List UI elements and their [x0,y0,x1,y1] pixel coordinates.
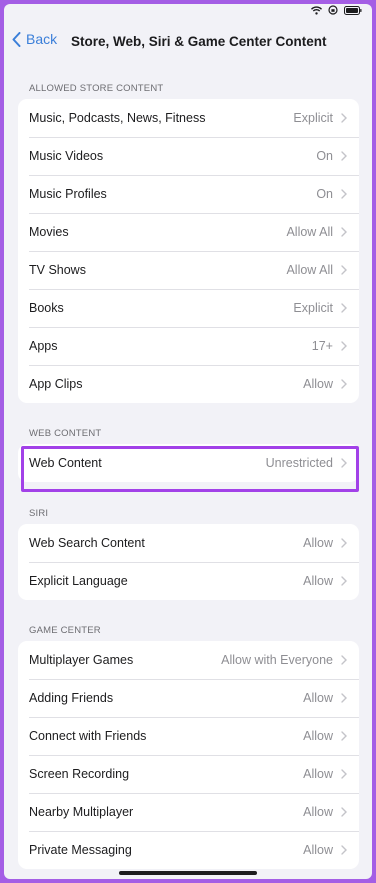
group-siri: Web Search Content Allow Explicit Langua… [18,524,359,600]
row-value: Explicit [293,301,333,315]
chevron-right-icon [341,693,347,703]
row-value: Unrestricted [265,456,333,470]
row-app-clips[interactable]: App Clips Allow [18,365,359,403]
row-music-profiles[interactable]: Music Profiles On [18,175,359,213]
chevron-right-icon [341,655,347,665]
row-movies[interactable]: Movies Allow All [18,213,359,251]
settings-screen: Back Store, Web, Siri & Game Center Cont… [4,4,372,879]
row-label: Web Search Content [29,536,145,550]
row-apps[interactable]: Apps 17+ [18,327,359,365]
row-label: Screen Recording [29,767,130,781]
status-icons [311,5,362,15]
row-label: Web Content [29,456,102,470]
row-nearby-multiplayer[interactable]: Nearby Multiplayer Allow [18,793,359,831]
rotation-lock-icon [328,5,338,15]
row-books[interactable]: Books Explicit [18,289,359,327]
row-web-content[interactable]: Web Content Unrestricted [18,444,359,482]
row-music-videos[interactable]: Music Videos On [18,137,359,175]
row-private-messaging[interactable]: Private Messaging Allow [18,831,359,869]
row-value: Allow [303,729,333,743]
chevron-right-icon [341,576,347,586]
row-label: Multiplayer Games [29,653,134,667]
back-button[interactable]: Back [12,31,57,47]
row-label: Adding Friends [29,691,114,705]
chevron-right-icon [341,845,347,855]
row-label: Music, Podcasts, News, Fitness [29,111,206,125]
row-label: App Clips [29,377,83,391]
row-label: Private Messaging [29,843,132,857]
row-screen-recording[interactable]: Screen Recording Allow [18,755,359,793]
group-web-content: Web Content Unrestricted [18,444,359,482]
chevron-right-icon [341,769,347,779]
chevron-right-icon [341,265,347,275]
chevron-right-icon [341,538,347,548]
row-label: Music Profiles [29,187,107,201]
row-music-podcasts-news-fitness[interactable]: Music, Podcasts, News, Fitness Explicit [18,99,359,137]
home-indicator[interactable] [119,871,257,875]
row-label: Nearby Multiplayer [29,805,134,819]
row-label: Connect with Friends [29,729,147,743]
chevron-right-icon [341,189,347,199]
row-value: Allow [303,805,333,819]
back-label: Back [26,31,58,47]
battery-icon [344,5,362,15]
section-header-store: ALLOWED STORE CONTENT [29,83,164,94]
chevron-right-icon [341,303,347,313]
row-label: Explicit Language [29,574,128,588]
group-store-content: Music, Podcasts, News, Fitness Explicit … [18,99,359,403]
row-label: Books [29,301,64,315]
row-value: 17+ [311,339,333,353]
row-value: On [316,187,333,201]
row-value: Allow [303,691,333,705]
row-label: Movies [29,225,69,239]
row-value: Allow [303,767,333,781]
row-label: Music Videos [29,149,104,163]
row-connect-with-friends[interactable]: Connect with Friends Allow [18,717,359,755]
row-label: Apps [29,339,58,353]
row-value: Allow All [286,263,333,277]
navigation-bar: Back Store, Web, Siri & Game Center Cont… [4,26,372,56]
row-value: Explicit [293,111,333,125]
row-value: Allow [303,377,333,391]
chevron-right-icon [341,731,347,741]
row-value: Allow with Everyone [221,653,333,667]
chevron-right-icon [341,151,347,161]
row-tv-shows[interactable]: TV Shows Allow All [18,251,359,289]
section-header-siri: SIRI [29,508,49,519]
row-label: TV Shows [29,263,86,277]
group-game-center: Multiplayer Games Allow with Everyone Ad… [18,641,359,869]
row-value: Allow [303,843,333,857]
chevron-right-icon [341,341,347,351]
section-header-game-center: GAME CENTER [29,625,101,636]
row-value: Allow All [286,225,333,239]
chevron-right-icon [341,807,347,817]
chevron-right-icon [341,458,347,468]
row-value: On [316,149,333,163]
section-header-web: WEB CONTENT [29,428,102,439]
status-bar [4,4,372,18]
row-multiplayer-games[interactable]: Multiplayer Games Allow with Everyone [18,641,359,679]
row-web-search-content[interactable]: Web Search Content Allow [18,524,359,562]
chevron-right-icon [341,113,347,123]
row-adding-friends[interactable]: Adding Friends Allow [18,679,359,717]
row-value: Allow [303,574,333,588]
page-title: Store, Web, Siri & Game Center Content [71,34,327,49]
chevron-left-icon [12,31,21,47]
row-value: Allow [303,536,333,550]
chevron-right-icon [341,379,347,389]
wifi-icon [311,5,322,15]
row-explicit-language[interactable]: Explicit Language Allow [18,562,359,600]
chevron-right-icon [341,227,347,237]
